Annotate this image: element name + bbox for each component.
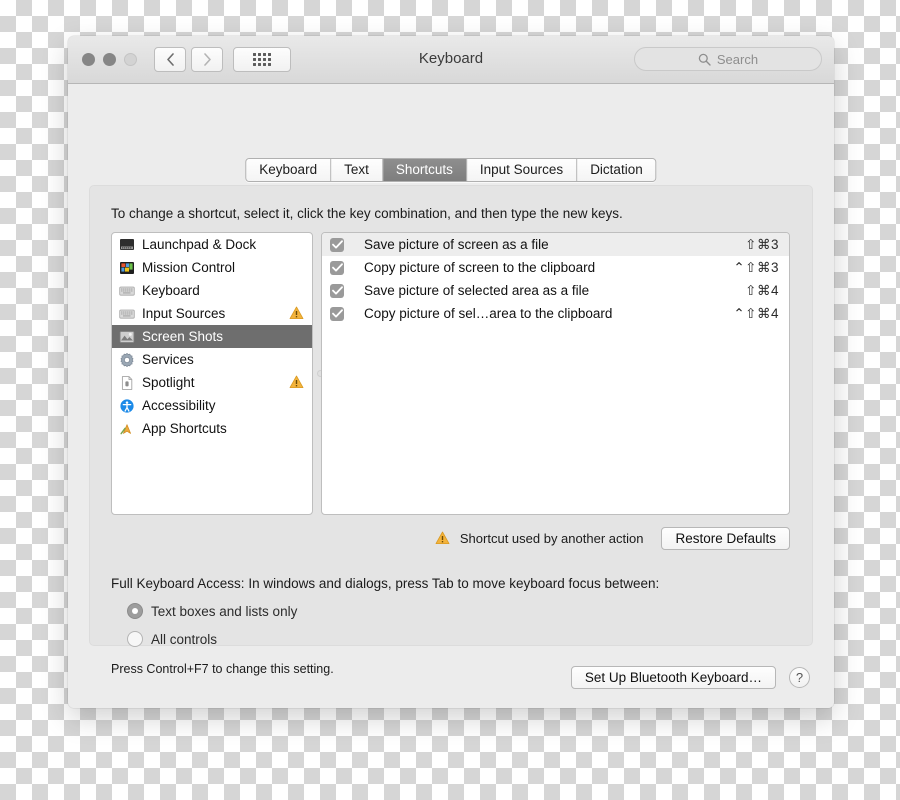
services-gear-icon	[119, 352, 135, 368]
search-placeholder: Search	[716, 51, 759, 67]
sidebar-item-label: Screen Shots	[142, 329, 224, 344]
table-row[interactable]: Copy picture of sel…area to the clipboar…	[322, 302, 789, 325]
tab-dictation[interactable]: Dictation	[577, 159, 656, 181]
set-up-bluetooth-keyboard-button[interactable]: Set Up Bluetooth Keyboard…	[570, 666, 776, 689]
tab-text[interactable]: Text	[331, 159, 383, 181]
category-list[interactable]: Launchpad & Dock Mission Control Keyboar…	[111, 232, 313, 515]
screenshots-icon	[119, 329, 135, 345]
tab-keyboard[interactable]: Keyboard	[246, 159, 332, 181]
sidebar-item-input-sources[interactable]: Input Sources	[112, 302, 312, 325]
shortcut-checkbox[interactable]	[330, 283, 344, 298]
shortcut-checkbox[interactable]	[330, 260, 344, 275]
preferences-window: Keyboard Search Keyboard Text Shortcuts …	[68, 36, 834, 708]
sidebar-item-services[interactable]: Services	[112, 348, 312, 371]
shortcut-label: Save picture of screen as a file	[364, 237, 549, 252]
warning-text: Shortcut used by another action	[459, 530, 644, 546]
table-row[interactable]: Save picture of selected area as a file …	[322, 279, 789, 302]
table-row[interactable]: Copy picture of screen to the clipboard …	[322, 256, 789, 279]
help-button[interactable]: ?	[789, 667, 810, 688]
shortcut-list[interactable]: Save picture of screen as a file ⇧⌘3 Cop…	[321, 232, 790, 515]
shortcut-label: Copy picture of sel…area to the clipboar…	[364, 306, 613, 321]
sidebar-item-app-shortcuts[interactable]: App Shortcuts	[112, 417, 312, 440]
instruction-text: To change a shortcut, select it, click t…	[111, 206, 623, 221]
radio-text-boxes-and-lists[interactable]: Text boxes and lists only	[111, 603, 790, 619]
shortcut-checkbox[interactable]	[330, 237, 344, 252]
sidebar-item-keyboard[interactable]: Keyboard	[112, 279, 312, 302]
shortcut-label: Copy picture of screen to the clipboard	[364, 260, 596, 275]
sidebar-item-label: Launchpad & Dock	[142, 237, 257, 252]
tab-shortcuts[interactable]: Shortcuts	[382, 159, 467, 181]
radio-button-selected-icon[interactable]	[127, 603, 143, 619]
full-keyboard-access-heading: Full Keyboard Access: In windows and dia…	[111, 576, 660, 591]
sidebar-item-label: Input Sources	[142, 306, 226, 321]
mission-control-icon	[119, 260, 135, 276]
sidebar-item-launchpad-dock[interactable]: Launchpad & Dock	[112, 233, 312, 256]
full-keyboard-access-section: Full Keyboard Access: In windows and dia…	[111, 576, 790, 676]
window-footer: Set Up Bluetooth Keyboard… ?	[570, 666, 810, 689]
sidebar-item-accessibility[interactable]: Accessibility	[112, 394, 312, 417]
sidebar-item-label: Mission Control	[142, 260, 236, 275]
keyboard-icon	[119, 306, 135, 322]
shortcuts-panel: To change a shortcut, select it, click t…	[89, 185, 813, 676]
accessibility-icon	[119, 398, 135, 414]
sidebar-item-label: Services	[142, 352, 194, 367]
warning-triangle-icon	[289, 375, 304, 389]
app-shortcuts-icon	[119, 421, 135, 437]
shortcut-label: Save picture of selected area as a file	[364, 283, 590, 298]
launchpad-dock-icon	[119, 237, 135, 253]
shortcut-combo[interactable]: ⌃⇧⌘3	[733, 260, 779, 276]
sidebar-item-label: Keyboard	[142, 283, 200, 298]
tab-input-sources[interactable]: Input Sources	[466, 159, 578, 181]
sidebar-item-mission-control[interactable]: Mission Control	[112, 256, 312, 279]
tab-bar: Keyboard Text Shortcuts Input Sources Di…	[245, 158, 657, 182]
restore-defaults-button[interactable]: Restore Defaults	[661, 526, 790, 550]
sidebar-item-screen-shots[interactable]: Screen Shots	[112, 325, 312, 348]
table-row[interactable]: Save picture of screen as a file ⇧⌘3	[322, 233, 789, 256]
warning-triangle-icon	[289, 306, 304, 320]
radio-button-icon[interactable]	[127, 631, 143, 647]
window-body: Keyboard Text Shortcuts Input Sources Di…	[68, 84, 834, 708]
radio-label: Text boxes and lists only	[151, 603, 298, 619]
warning-row: Shortcut used by another action Restore …	[111, 526, 790, 550]
shortcut-combo[interactable]: ⌃⇧⌘4	[733, 306, 779, 322]
sidebar-item-label: Accessibility	[142, 398, 216, 413]
lists-container: Launchpad & Dock Mission Control Keyboar…	[111, 232, 790, 515]
radio-all-controls[interactable]: All controls	[111, 631, 790, 647]
search-icon	[698, 53, 711, 66]
shortcut-checkbox[interactable]	[330, 306, 344, 321]
sidebar-item-label: Spotlight	[142, 375, 195, 390]
spotlight-icon	[119, 375, 135, 391]
radio-label: All controls	[151, 631, 218, 647]
shortcut-combo[interactable]: ⇧⌘3	[745, 237, 779, 253]
shortcut-combo[interactable]: ⇧⌘4	[745, 283, 779, 299]
search-field[interactable]: Search	[634, 47, 822, 71]
window-titlebar: Keyboard Search	[68, 36, 834, 84]
warning-triangle-icon	[435, 531, 450, 545]
sidebar-item-label: App Shortcuts	[142, 421, 227, 436]
sidebar-item-spotlight[interactable]: Spotlight	[112, 371, 312, 394]
keyboard-icon	[119, 283, 135, 299]
